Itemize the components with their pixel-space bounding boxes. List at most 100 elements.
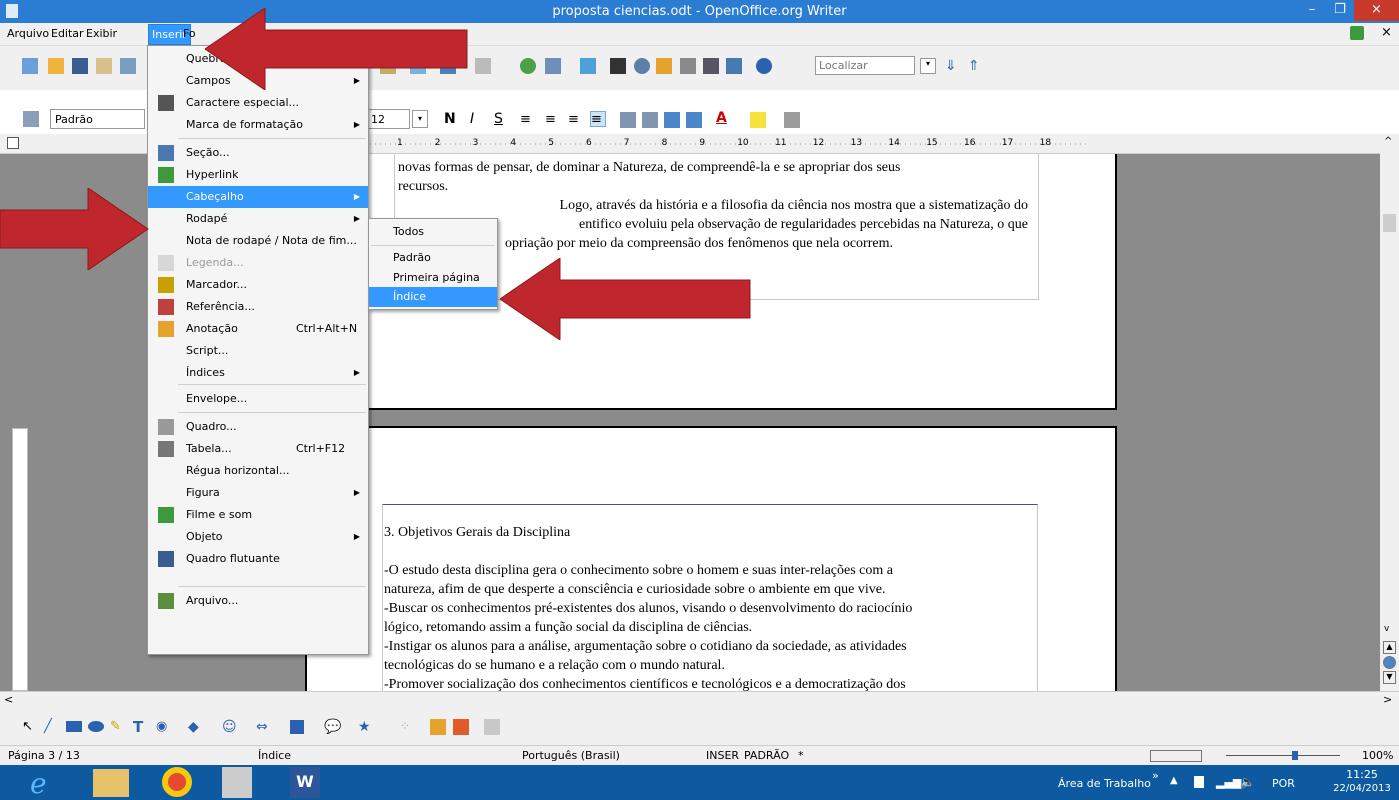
clock-time[interactable]: 11:25 <box>1335 768 1389 781</box>
menu-formatar[interactable]: Fo <box>183 27 196 40</box>
zoom-slider[interactable] <box>1226 755 1340 756</box>
styles-icon[interactable] <box>23 111 39 127</box>
insert-menu-item-quadro[interactable]: Quadro... <box>148 416 368 438</box>
insert-menu-item-arquivo[interactable]: Arquivo... <box>148 590 368 612</box>
page-number[interactable]: Página 3 / 13 <box>8 749 80 762</box>
freeform-icon[interactable]: ✎ <box>110 719 126 735</box>
table-icon[interactable] <box>545 58 561 74</box>
pdf-document-icon[interactable] <box>222 767 252 798</box>
insert-menu-item-objeto[interactable]: Objeto ▶ <box>148 526 368 548</box>
callouts-icon[interactable]: 💬 <box>324 719 341 735</box>
bold-button[interactable]: N <box>444 111 456 127</box>
insert-mode[interactable]: INSER <box>706 749 739 762</box>
from-file-icon[interactable] <box>453 719 469 735</box>
insert-menu-item-refer-ncia[interactable]: Referência... <box>148 296 368 318</box>
clock-date[interactable]: 22/04/2013 <box>1331 783 1393 794</box>
scroll-up-icon[interactable]: ^ <box>1384 136 1392 147</box>
insert-menu-item-script[interactable]: Script... <box>148 340 368 362</box>
paragraph-style-select[interactable]: Padrão <box>50 109 145 129</box>
insert-menu-item-r-gua-horizontal[interactable]: Régua horizontal... <box>148 460 368 482</box>
justify-icon[interactable]: ≡ <box>590 111 606 127</box>
extrusion-icon[interactable] <box>484 719 500 735</box>
selection-mode[interactable]: PADRÃO <box>744 749 789 762</box>
redo-icon[interactable] <box>475 58 491 74</box>
menu-editar[interactable]: Editar <box>51 27 84 40</box>
close-button[interactable]: × <box>1354 0 1399 21</box>
volume-icon[interactable]: 🔈 <box>1240 775 1255 789</box>
tab-stop-selector-icon[interactable] <box>7 137 19 149</box>
insert-menu-item-caractere-especial[interactable]: Caractere especial... <box>148 92 368 114</box>
maximize-button[interactable]: ❐ <box>1326 0 1354 21</box>
rectangle-icon[interactable] <box>66 721 82 732</box>
show-draw-functions-icon[interactable] <box>580 58 596 74</box>
select-arrow-icon[interactable]: ↖ <box>22 719 38 735</box>
font-color-icon[interactable]: A <box>716 110 732 126</box>
menu-exibir[interactable]: Exibir <box>86 27 117 40</box>
block-arrows-icon[interactable]: ⇔ <box>256 719 272 735</box>
zoom-icon[interactable] <box>726 58 742 74</box>
email-icon[interactable] <box>96 58 112 74</box>
insert-menu-item-legenda[interactable]: Legenda... <box>148 252 368 274</box>
find-next-icon[interactable]: ⇓ <box>945 58 961 74</box>
navigator-icon[interactable] <box>634 58 650 74</box>
minimize-button[interactable]: – <box>1298 0 1326 21</box>
view-layout-icon[interactable] <box>1150 750 1202 762</box>
flowchart-icon[interactable] <box>290 720 304 734</box>
horizontal-scrollbar[interactable]: < > <box>0 691 1399 709</box>
insert-menu-item-nota-de-rodap-nota-de-fim[interactable]: Nota de rodapé / Nota de fim... <box>148 230 368 252</box>
stars-icon[interactable]: ★ <box>358 719 374 735</box>
vertical-scrollbar[interactable]: ^ v ▲ ▼ <box>1380 134 1399 691</box>
scroll-right-icon[interactable]: > <box>1383 693 1392 706</box>
scroll-down-icon[interactable]: v <box>1384 624 1389 634</box>
toolbar-chevron-icon[interactable]: » <box>1152 769 1159 782</box>
underline-button[interactable]: S <box>494 111 503 127</box>
show-hidden-icons-icon[interactable]: ▲ <box>1170 775 1178 786</box>
find-input[interactable] <box>815 56 915 75</box>
desktop-toolbar[interactable]: Área de Trabalho <box>1058 777 1151 790</box>
ellipse-icon[interactable] <box>88 721 104 732</box>
page-style[interactable]: Índice <box>258 749 291 762</box>
update-icon[interactable] <box>1350 26 1364 40</box>
insert-menu-item-hyperlink[interactable]: Hyperlink <box>148 164 368 186</box>
insert-menu-item-quadro-flutuante[interactable]: Quadro flutuante <box>148 548 368 570</box>
zoom-level[interactable]: 100% <box>1362 749 1393 762</box>
numbering-icon[interactable] <box>620 112 636 128</box>
zoom-slider-thumb[interactable] <box>1292 751 1298 760</box>
close-document-icon[interactable]: × <box>1381 25 1392 40</box>
line-icon[interactable]: ╱ <box>44 719 60 735</box>
font-size-chevron-icon[interactable]: ▾ <box>412 110 428 128</box>
menu-arquivo[interactable]: Arquivo <box>7 27 49 40</box>
power-icon[interactable] <box>1194 776 1204 788</box>
insert-menu-item-figura[interactable]: Figura ▶ <box>148 482 368 504</box>
find-dropdown-chevron-icon[interactable]: ▾ <box>920 58 936 74</box>
submenu-item-todos[interactable]: Todos <box>369 221 497 243</box>
document-language[interactable]: Português (Brasil) <box>522 749 620 762</box>
basic-shapes-icon[interactable]: ◆ <box>188 719 204 735</box>
insert-menu-item-rodap[interactable]: Rodapé ▶ <box>148 208 368 230</box>
insert-menu-item-anota-o[interactable]: Anotação Ctrl+Alt+N <box>148 318 368 340</box>
highlighting-icon[interactable] <box>750 112 766 128</box>
navigation-icon[interactable] <box>1383 656 1396 669</box>
internet-explorer-icon[interactable]: e <box>30 767 82 800</box>
align-left-icon[interactable]: ≡ <box>520 112 536 128</box>
input-language[interactable]: POR <box>1272 777 1295 790</box>
help-icon[interactable] <box>756 58 772 74</box>
fontwork-gallery-icon[interactable] <box>430 719 446 735</box>
insert-menu-item-envelope[interactable]: Envelope... <box>148 388 368 410</box>
formatting-marks-icon[interactable] <box>703 58 719 74</box>
word-icon[interactable]: W <box>290 767 320 798</box>
align-right-icon[interactable]: ≡ <box>568 112 584 128</box>
background-color-icon[interactable] <box>784 112 800 128</box>
document-page-3[interactable]: 3. Objetivos Gerais da Disciplina -O est… <box>305 426 1117 691</box>
file-explorer-icon[interactable] <box>93 769 129 797</box>
submenu-item-primeira-pagina[interactable]: Primeira página <box>369 267 497 289</box>
document-modified[interactable]: * <box>798 749 804 762</box>
points-icon[interactable]: ⁘ <box>400 719 416 735</box>
insert-menu-item-se-o[interactable]: Seção... <box>148 142 368 164</box>
decrease-indent-icon[interactable] <box>664 112 680 128</box>
insert-menu-item-tabela[interactable]: Tabela... Ctrl+F12 <box>148 438 368 460</box>
edit-file-icon[interactable] <box>120 58 136 74</box>
save-icon[interactable] <box>72 58 88 74</box>
submenu-item-padrao[interactable]: Padrão <box>369 247 497 269</box>
insert-menu-item-marca-de-formata-o[interactable]: Marca de formatação ▶ <box>148 114 368 136</box>
